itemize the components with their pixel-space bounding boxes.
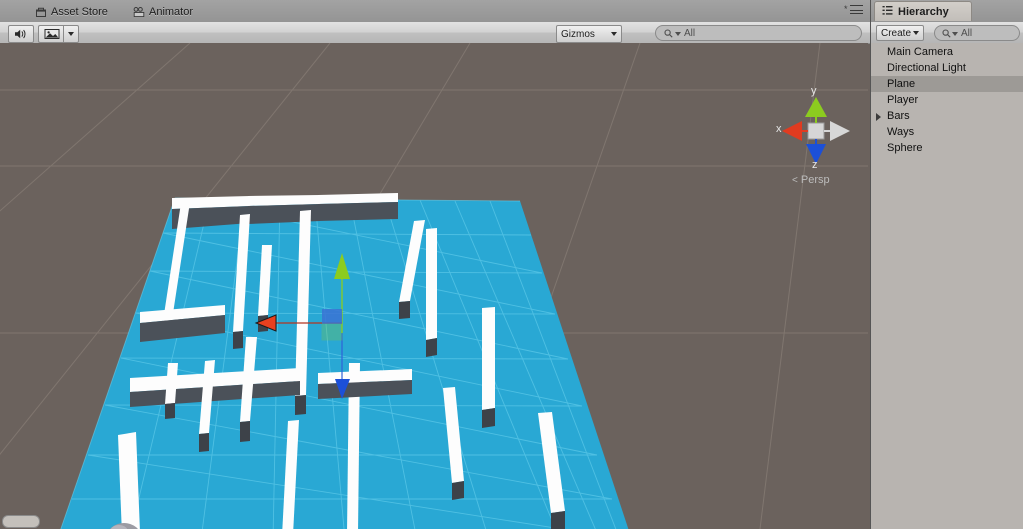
hierarchy-item-ways[interactable]: Ways (871, 124, 1023, 140)
scene-tab-bar: Asset Store Animator * (0, 0, 870, 23)
hierarchy-item-directional-light[interactable]: Directional Light (871, 60, 1023, 76)
wall (318, 193, 398, 221)
perspective-chevron-icon: < (792, 175, 798, 186)
create-button-label: Create (881, 27, 912, 39)
hierarchy-item-player[interactable]: Player (871, 92, 1023, 108)
gizmos-label: Gizmos (561, 28, 595, 40)
scene-viewport[interactable]: y x z < Persp (0, 43, 868, 529)
hierarchy-search-placeholder: All (961, 27, 973, 39)
create-button[interactable]: Create (876, 25, 924, 41)
status-bar-nub[interactable] (2, 515, 40, 528)
hamburger-menu-icon[interactable]: * (844, 5, 866, 18)
gizmo-perspective-label[interactable]: < Persp (792, 174, 830, 186)
gizmo-xy-plane-handle (322, 309, 342, 324)
tab-animator-label: Animator (149, 5, 194, 18)
unity-editor-window: Asset Store Animator * Gizmos All y x z … (0, 0, 1023, 529)
perspective-text: Persp (800, 174, 830, 186)
tab-asset-store-label: Asset Store (51, 5, 108, 18)
gizmo-label-x: x (776, 123, 782, 135)
hierarchy-item-plane[interactable]: Plane (871, 76, 1023, 92)
search-icon (664, 28, 673, 38)
wall (482, 307, 495, 428)
scene-view-toolbar: Gizmos All (0, 22, 870, 44)
gizmos-dropdown-button[interactable]: Gizmos (556, 25, 622, 43)
menu-asterisk: * (844, 4, 848, 14)
hierarchy-icon (882, 5, 893, 19)
image-icon (44, 29, 60, 39)
scene-render (0, 43, 868, 529)
hierarchy-item-main-camera[interactable]: Main Camera (871, 44, 1023, 60)
tab-hierarchy-label: Hierarchy (898, 5, 949, 18)
search-icon (942, 28, 951, 38)
hierarchy-item-label: Ways (887, 126, 915, 138)
expand-arrow-icon[interactable] (876, 113, 881, 121)
hierarchy-item-label: Player (887, 94, 919, 106)
scene-effects-dropdown[interactable] (63, 25, 79, 43)
wall (426, 228, 437, 357)
animator-icon (133, 6, 145, 18)
gizmo-label-y: y (811, 85, 817, 97)
hierarchy-list[interactable]: Main Camera Directional Light Plane Play… (871, 43, 1023, 529)
tab-asset-store[interactable]: Asset Store (26, 1, 117, 22)
scene-effects-button[interactable] (38, 25, 65, 43)
scene-search-input[interactable]: All (655, 25, 862, 41)
hierarchy-item-bars[interactable]: Bars (871, 108, 1023, 124)
hierarchy-item-label: Plane (887, 78, 916, 90)
hierarchy-toolbar: Create All (871, 22, 1023, 44)
search-filter-chevron-icon[interactable] (675, 31, 681, 36)
chevron-down-icon (611, 32, 617, 36)
hierarchy-item-sphere[interactable]: Sphere (871, 140, 1023, 156)
speaker-icon (14, 29, 25, 39)
search-filter-chevron-icon[interactable] (952, 31, 958, 36)
hierarchy-item-label: Directional Light (887, 62, 966, 74)
audio-toggle-button[interactable] (8, 25, 34, 43)
chevron-down-icon (68, 32, 74, 36)
gizmo-label-z: z (812, 159, 818, 171)
hierarchy-item-label: Sphere (887, 142, 923, 154)
hierarchy-item-label: Bars (887, 110, 910, 122)
scene-search-placeholder: All (684, 27, 696, 39)
chevron-down-icon (913, 31, 919, 35)
hierarchy-item-label: Main Camera (887, 46, 954, 58)
asset-store-icon (35, 6, 47, 18)
gizmo-xz-plane-handle (321, 323, 343, 341)
hierarchy-search-input[interactable]: All (934, 25, 1020, 41)
tab-animator[interactable]: Animator (124, 1, 202, 22)
wall (318, 369, 412, 399)
tab-hierarchy[interactable]: Hierarchy (874, 1, 972, 21)
hierarchy-panel: Hierarchy Create All Main Camera Directi… (870, 0, 1023, 529)
